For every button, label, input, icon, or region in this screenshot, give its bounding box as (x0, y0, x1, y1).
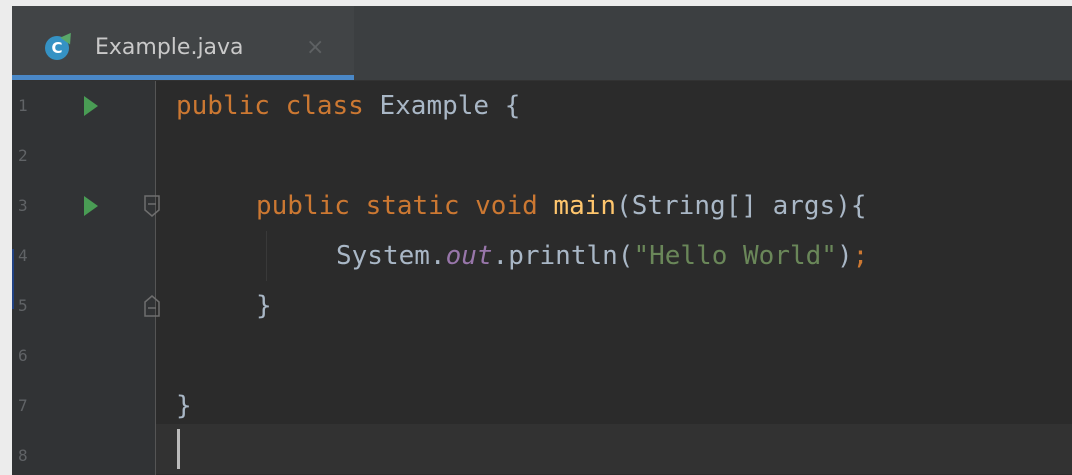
code-editor[interactable]: 1 2 3 4 5 6 7 8 public class Example { p… (12, 81, 1072, 475)
active-tab-indicator (12, 75, 354, 80)
closing-brace: } (256, 291, 272, 321)
code-line-1[interactable]: public class Example { (176, 81, 520, 131)
code-line-4[interactable]: System.out.println("Hello World"); (336, 231, 868, 281)
closing-brace: } (176, 391, 192, 421)
tab-file-name: Example.java (95, 35, 244, 60)
code-line-7[interactable]: } (176, 381, 192, 431)
run-class-icon[interactable] (84, 96, 98, 116)
keyword: public static void (256, 191, 538, 221)
line-number: 1 (18, 96, 28, 115)
keyword: public class (176, 91, 364, 121)
method-name: main (553, 191, 617, 221)
tab-example-java[interactable]: C Example.java × (12, 6, 354, 80)
ide-window: C Example.java × 1 2 3 4 5 6 7 8 public … (12, 6, 1072, 475)
method-params: (String[] args){ (616, 191, 867, 221)
class-reference: System. (336, 241, 446, 271)
line-number: 4 (18, 246, 28, 265)
indent-guide (266, 231, 267, 281)
semicolon: ; (852, 241, 869, 271)
line-number: 3 (18, 196, 28, 215)
current-line-highlight (156, 424, 1072, 474)
static-field: out (445, 241, 493, 271)
close-icon[interactable]: × (306, 33, 324, 63)
class-declaration: Example { (363, 91, 521, 121)
fold-end-icon[interactable] (143, 294, 161, 318)
method-call: .println( (492, 241, 634, 271)
line-number: 7 (18, 396, 28, 415)
line-number: 2 (18, 146, 28, 165)
run-main-icon[interactable] (84, 196, 98, 216)
line-number: 6 (18, 346, 28, 365)
fold-start-icon[interactable] (143, 194, 161, 218)
line-number: 5 (18, 296, 28, 315)
editor-gutter: 1 2 3 4 5 6 7 8 (12, 81, 160, 475)
code-line-5[interactable]: } (256, 281, 272, 331)
editor-tab-bar: C Example.java × (12, 6, 1072, 81)
closing-paren: ) (836, 241, 853, 271)
code-line-3[interactable]: public static void main(String[] args){ (256, 181, 867, 231)
line-number: 8 (18, 446, 28, 465)
string-literal: "Hello World" (633, 241, 837, 271)
text-caret (177, 429, 180, 469)
